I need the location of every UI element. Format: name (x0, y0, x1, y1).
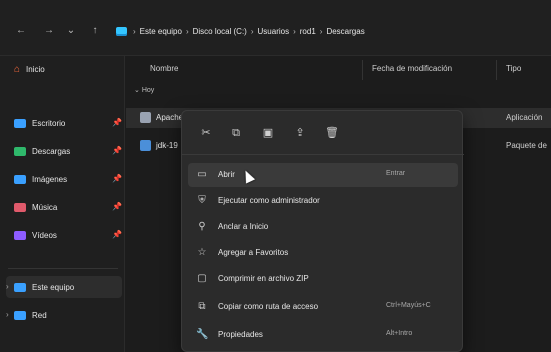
sidebar-item-label: Música (32, 202, 58, 212)
chevron-right-icon: › (293, 26, 296, 36)
delete-icon[interactable]: 🗑 (324, 125, 340, 141)
network-icon (14, 310, 26, 320)
sidebar-item-musica[interactable]: Música (14, 198, 57, 216)
menu-item-label: Agregar a Favoritos (218, 248, 289, 257)
rename-icon[interactable]: ▣ (260, 125, 276, 141)
pin-icon: ⚲ (198, 221, 206, 232)
chevron-right-icon: › (250, 26, 254, 36)
column-divider[interactable] (362, 60, 363, 80)
pin-icon: 📌 (112, 230, 122, 239)
file-name: Apache (156, 113, 184, 122)
computer-icon (14, 282, 26, 292)
menu-item-shortcut: Ctrl+Mayús+C (386, 302, 431, 309)
menu-item-copy-path[interactable]: ⧉ Copiar como ruta de acceso Ctrl+Mayús+… (188, 295, 458, 319)
pin-icon: 📌 (112, 174, 122, 183)
downloads-icon (14, 146, 26, 156)
menu-item-pin-to-start[interactable]: ⚲ Anclar a Inicio (188, 215, 458, 239)
music-icon (14, 202, 26, 212)
group-label: Hoy (141, 87, 155, 94)
chevron-down-icon: ⌄ (134, 87, 140, 94)
zip-icon: ▢ (197, 273, 207, 284)
column-header-modified[interactable]: Fecha de modificación (372, 64, 452, 78)
copy-icon[interactable]: ⧉ (228, 125, 244, 141)
sidebar-item-label: Vídeos (32, 230, 57, 240)
star-icon: ☆ (197, 247, 207, 258)
menu-item-add-favorites[interactable]: ☆ Agregar a Favoritos (188, 241, 458, 265)
chevron-right-icon[interactable]: › (6, 310, 9, 319)
chevron-right-icon[interactable]: › (6, 282, 9, 291)
column-header-name[interactable]: Nombre (150, 64, 178, 78)
sidebar-item-inicio[interactable]: ⌂ Inicio (14, 60, 45, 78)
breadcrumb-item[interactable]: rod1 (300, 27, 316, 36)
chevron-right-icon: › (133, 26, 136, 36)
context-menu: ✂ ⧉ ▣ ⇪ 🗑 ▭ Abrir Entrar ⛨ Ejecutar como… (181, 110, 464, 352)
file-type: Aplicación (506, 113, 543, 122)
sidebar-item-escritorio[interactable]: Escritorio (14, 114, 65, 132)
pin-icon: 📌 (112, 202, 122, 211)
open-icon: ▭ (197, 169, 207, 180)
address-bar-area: ← → ⌄ ↑ › Este equipo › Disco local (C:)… (0, 0, 551, 56)
sidebar-item-label: Inicio (26, 64, 45, 74)
menu-item-shortcut: Alt+Intro (386, 330, 413, 337)
chevron-right-icon: › (319, 26, 323, 36)
context-menu-toolbar: ✂ ⧉ ▣ ⇪ 🗑 (182, 111, 464, 155)
menu-item-label: Anclar a Inicio (218, 222, 269, 231)
application-icon (140, 112, 151, 123)
menu-item-run-as-admin[interactable]: ⛨ Ejecutar como administrador (188, 189, 458, 213)
forward-arrow-icon[interactable]: → (42, 24, 56, 38)
file-type: Paquete de (506, 141, 547, 150)
computer-icon (116, 26, 127, 36)
menu-item-label: Propiedades (218, 330, 263, 339)
pin-icon: 📌 (112, 118, 122, 127)
menu-item-label: Comprimir en archivo ZIP (218, 274, 309, 283)
breadcrumb-item[interactable]: Usuarios (258, 27, 290, 36)
menu-item-shortcut: Entrar (386, 170, 406, 177)
column-divider[interactable] (496, 60, 497, 80)
menu-item-label: Abrir (218, 170, 235, 179)
wrench-icon: 🔧 (196, 329, 209, 340)
sidebar-divider (8, 268, 118, 269)
pin-icon: 📌 (112, 146, 122, 155)
menu-item-compress-zip[interactable]: ▢ Comprimir en archivo ZIP (188, 267, 458, 291)
sidebar-item-label: Escritorio (32, 118, 66, 128)
breadcrumb-item[interactable]: Descargas (326, 27, 364, 36)
menu-item-label: Ejecutar como administrador (218, 196, 320, 205)
share-icon[interactable]: ⇪ (292, 125, 308, 141)
sidebar-item-label: Este equipo (32, 282, 75, 292)
breadcrumb-item[interactable]: Disco local (C:) (193, 27, 247, 36)
cut-icon[interactable]: ✂ (198, 125, 214, 141)
sidebar-item-label: Descargas (32, 146, 71, 156)
recent-chevron-icon[interactable]: ⌄ (64, 24, 78, 38)
sidebar-item-label: Red (32, 310, 47, 320)
up-arrow-icon[interactable]: ↑ (88, 24, 102, 38)
videos-icon (14, 230, 26, 240)
shield-icon: ⛨ (198, 195, 206, 206)
pictures-icon (14, 174, 26, 184)
breadcrumb[interactable]: › Este equipo › Disco local (C:) › Usuar… (116, 22, 365, 40)
copy-path-icon: ⧉ (198, 301, 206, 312)
menu-item-label: Copiar como ruta de acceso (218, 302, 319, 311)
column-header-type[interactable]: Tipo (506, 64, 521, 78)
sidebar-item-imagenes[interactable]: Imágenes (14, 170, 67, 188)
back-arrow-icon[interactable]: ← (14, 24, 28, 38)
sidebar-item-red[interactable]: Red (14, 306, 47, 324)
sidebar-item-label: Imágenes (32, 174, 68, 184)
group-header-today[interactable]: ⌄ Hoy (134, 86, 154, 94)
sidebar-item-este-equipo[interactable]: Este equipo (14, 278, 74, 296)
breadcrumb-item[interactable]: Este equipo (140, 27, 182, 36)
home-icon: ⌂ (14, 63, 21, 75)
navigation-pane: ⌂ Inicio Escritorio 📌 Descargas 📌 Imágen… (0, 56, 125, 352)
sidebar-item-descargas[interactable]: Descargas (14, 142, 70, 160)
menu-item-open[interactable]: ▭ Abrir Entrar (188, 163, 458, 187)
chevron-right-icon: › (185, 26, 189, 36)
package-icon (140, 140, 151, 151)
file-name: jdk-19 (156, 141, 178, 150)
desktop-icon (14, 118, 26, 128)
menu-item-properties[interactable]: 🔧 Propiedades Alt+Intro (188, 323, 458, 347)
sidebar-item-videos[interactable]: Vídeos (14, 226, 57, 244)
